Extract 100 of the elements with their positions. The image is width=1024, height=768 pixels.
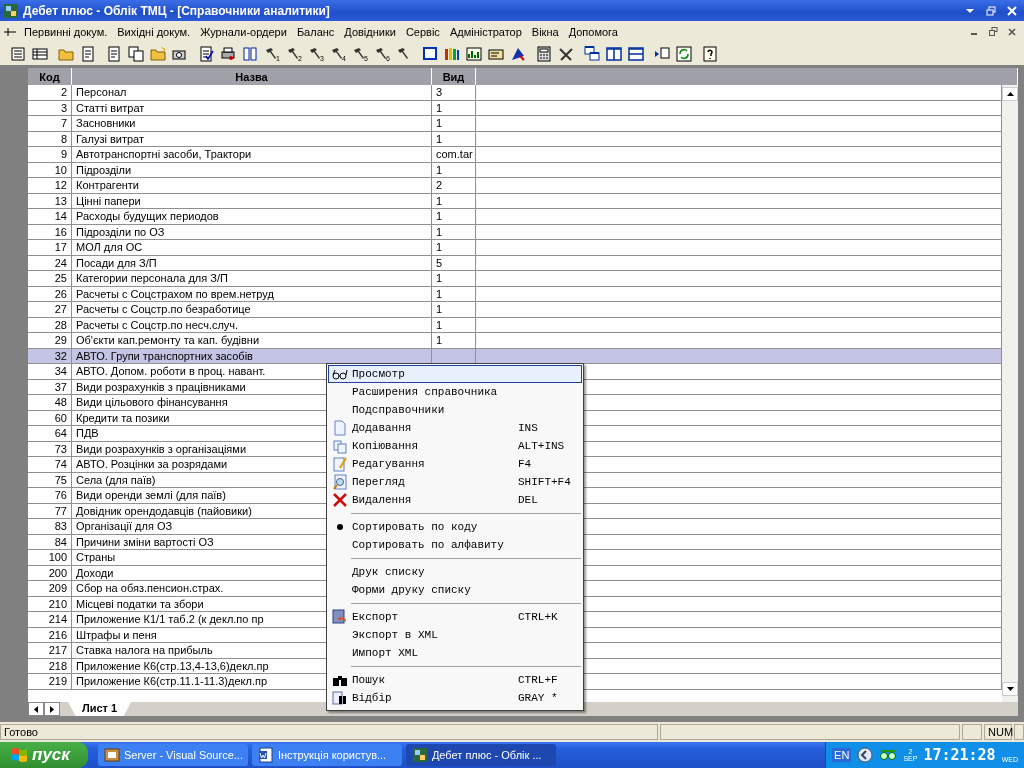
table-cell: 1 <box>432 333 476 348</box>
sheet-tab[interactable]: Лист 1 <box>68 702 132 716</box>
copy-icon <box>128 45 144 62</box>
table-cell: 216 <box>28 627 72 642</box>
table-cell: 12 <box>28 178 72 193</box>
table-cell: 75 <box>28 472 72 487</box>
menu-item[interactable]: Журнали-ордери <box>195 25 292 38</box>
table-cell: 34 <box>28 364 72 379</box>
table-cell: 24 <box>28 255 72 270</box>
status-text: Готово <box>0 724 658 740</box>
close-icon <box>1008 27 1016 36</box>
table-cell: 2 <box>28 85 72 100</box>
split-icon <box>606 45 622 62</box>
tools-icon <box>558 45 574 62</box>
table-cell: 64 <box>28 426 72 441</box>
table-cell: 37 <box>28 379 72 394</box>
context-menu-item[interactable]: Просмотр <box>328 365 582 383</box>
table-cell: 1 <box>432 240 476 255</box>
cross-icon <box>332 492 348 508</box>
table-cell: 73 <box>28 441 72 456</box>
table-cell: 217 <box>28 643 72 658</box>
taskbar-button[interactable]: Server - Visual Source... <box>97 744 248 766</box>
table-row[interactable]: 27 Расчеты с Соцстр.по безработице 1 <box>28 302 1002 318</box>
menu-item[interactable]: Адміністратор <box>444 25 527 38</box>
menu-item[interactable]: Допомога <box>563 25 623 38</box>
books-icon <box>444 45 460 62</box>
table-cell: Расходы будущих периодов <box>72 209 432 224</box>
up-arrow-icon <box>1006 92 1014 96</box>
table-cell: Галузі витрат <box>72 131 432 146</box>
scroll-down-button[interactable] <box>1002 682 1018 696</box>
table-cell: 25 <box>28 271 72 286</box>
grid-icon <box>32 45 48 62</box>
table-cell: Расчеты с Соцстр.по несч.случ. <box>72 317 432 332</box>
menu-item[interactable]: Довідники <box>339 25 401 38</box>
table-cell: 1 <box>432 116 476 131</box>
table-cell: МОЛ для ОС <box>72 240 432 255</box>
page-icon <box>106 45 122 62</box>
table-cell: 1 <box>432 271 476 286</box>
table-cell: Автотранспортні засоби, Трактори <box>72 147 432 162</box>
check-icon <box>198 45 214 62</box>
table-row[interactable]: 12 Контрагенти 2 <box>28 178 1002 194</box>
scroll-left-button[interactable] <box>28 702 44 716</box>
table-cell: 209 <box>28 581 72 596</box>
glasses-icon <box>879 748 898 762</box>
scroll-up-button[interactable] <box>1002 87 1018 101</box>
context-menu-item[interactable]: Відбір GRAY * <box>328 689 582 707</box>
windows-logo-icon <box>10 747 28 763</box>
menu-item[interactable]: Вихідні докум. <box>112 25 196 38</box>
refresh-icon <box>676 45 692 62</box>
table-cell: 219 <box>28 674 72 689</box>
table-row[interactable]: 25 Категории персонала для З/П 1 <box>28 271 1002 287</box>
box-icon <box>103 747 120 763</box>
table-cell: 60 <box>28 410 72 425</box>
table-cell: 1 <box>432 193 476 208</box>
table-cell: com.tar <box>432 147 476 162</box>
table-cell: Підрозділи по ОЗ <box>72 224 432 239</box>
table-cell: Расчеты с Соцстр.по безработице <box>72 302 432 317</box>
table-cell: 5 <box>432 255 476 270</box>
table-row[interactable]: 29 Об'єкти кап.ремонту та кап. будівни 1 <box>28 333 1002 349</box>
table-row[interactable]: 17 МОЛ для ОС 1 <box>28 240 1002 256</box>
close-icon <box>1006 5 1017 16</box>
menu-item[interactable]: Баланс <box>291 25 340 38</box>
down-arrow-icon <box>1006 687 1014 691</box>
table-cell: 3 <box>28 100 72 115</box>
table-cell: Засновники <box>72 116 432 131</box>
table-cell: 100 <box>28 550 72 565</box>
table-cell: 28 <box>28 317 72 332</box>
hsplit-icon <box>628 45 644 62</box>
page-icon <box>332 420 348 436</box>
menu-item[interactable]: Первинні докум. <box>19 25 113 38</box>
table-row[interactable]: 2 Персонал 3 <box>28 85 1002 101</box>
table-cell: 29 <box>28 333 72 348</box>
table-cell: 48 <box>28 395 72 410</box>
print-icon <box>220 45 236 62</box>
doc-icon <box>10 45 26 62</box>
table-cell: 1 <box>432 224 476 239</box>
menu-item[interactable]: Сервіс <box>400 25 445 38</box>
table-cell: 32 <box>28 348 72 363</box>
table-row[interactable]: 14 Расходы будущих периодов 1 <box>28 209 1002 225</box>
table-row[interactable]: 9 Автотранспортні засоби, Трактори com.tar <box>28 147 1002 163</box>
taskbar-button[interactable]: Дебет плюс - Облік ... <box>405 744 556 766</box>
table-cell: 76 <box>28 488 72 503</box>
filter-icon <box>332 690 348 706</box>
taskbar-button[interactable]: Інструкція користув... <box>251 744 402 766</box>
table-cell: 3 <box>432 85 476 100</box>
table-cell: Персонал <box>72 85 432 100</box>
table-cell: 1 <box>432 302 476 317</box>
menu-item[interactable]: Вікна <box>526 25 564 38</box>
scroll-right-button[interactable] <box>44 702 60 716</box>
export-icon <box>654 45 670 62</box>
status-indicator: NUM <box>984 724 1012 740</box>
table-row[interactable]: 7 Засновники 1 <box>28 116 1002 132</box>
language-indicator[interactable]: EN <box>832 748 852 762</box>
right-arrow-icon <box>50 705 54 713</box>
vertical-scrollbar[interactable] <box>1002 85 1018 702</box>
document-icon <box>257 747 274 763</box>
table-cell: Расчеты с Соцстрахом по врем.нетруд <box>72 286 432 301</box>
table-cell: 83 <box>28 519 72 534</box>
app-icon <box>3 2 19 19</box>
magnifier-icon <box>332 474 348 490</box>
